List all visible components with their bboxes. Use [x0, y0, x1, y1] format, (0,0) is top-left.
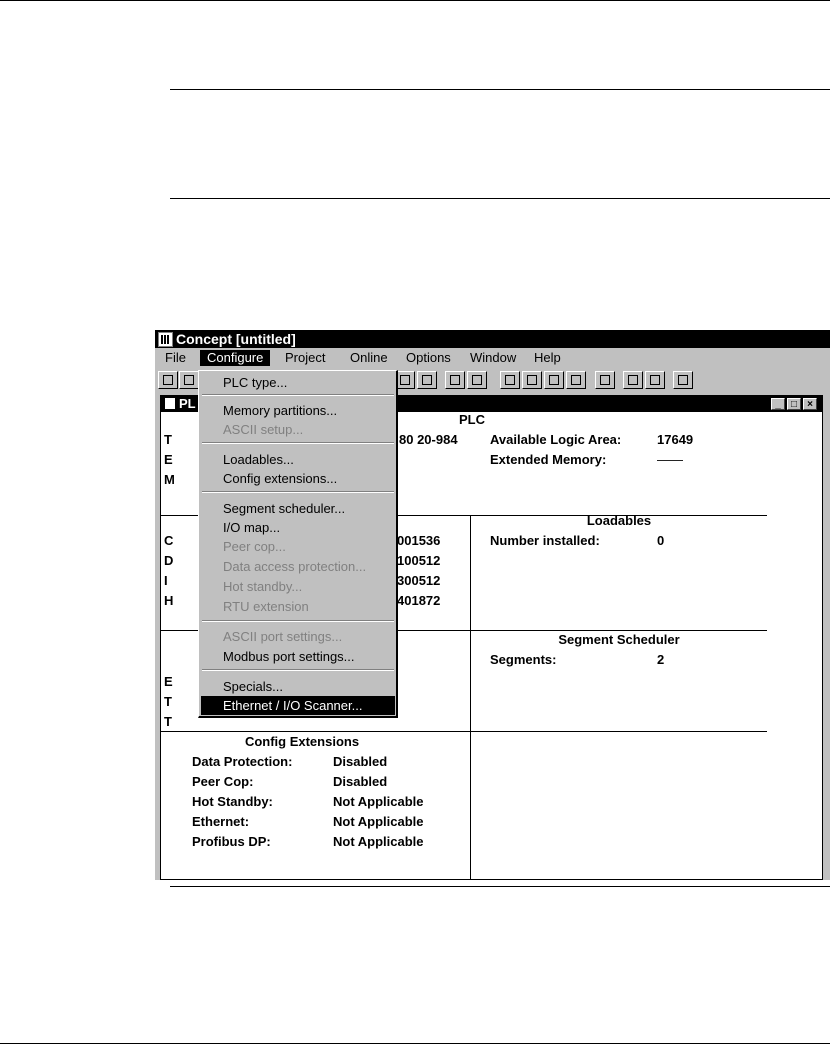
open-file-icon[interactable] [179, 371, 199, 389]
memory-value-2: 100512 [397, 553, 441, 568]
toolbar-tool-1-icon[interactable] [395, 371, 415, 389]
available-logic-area-value: 17649 [657, 432, 694, 447]
segment-scheduler-heading: Segment Scheduler [558, 632, 680, 647]
loadables-heading: Loadables [586, 513, 652, 528]
child-window-title: PL [179, 396, 196, 411]
menu-item-specials[interactable]: Specials... [201, 677, 395, 696]
menu-separator-3 [202, 491, 394, 493]
toolbar-tool-7-icon[interactable] [544, 371, 564, 389]
menu-separator-5 [202, 669, 394, 671]
divider-3 [161, 731, 767, 732]
menu-item-ascii-port-settings[interactable]: ASCII port settings... [201, 627, 395, 646]
menu-item-ascii-setup[interactable]: ASCII setup... [201, 420, 395, 439]
toolbar-tool-2-icon[interactable] [417, 371, 437, 389]
toolbar-tool-8-icon[interactable] [566, 371, 586, 389]
new-file-icon[interactable] [158, 371, 178, 389]
toolbar-tool-9-icon[interactable] [595, 371, 615, 389]
menu-item-modbus-port-settings[interactable]: Modbus port settings... [201, 647, 395, 666]
memory-label-fragment-3: I [164, 573, 168, 588]
menu-online[interactable]: Online [343, 350, 395, 366]
toolbar-tool-5-icon[interactable] [500, 371, 520, 389]
section-rule-upper [170, 89, 830, 90]
number-installed-label: Number installed: [490, 533, 600, 548]
profibus-dp-label: Profibus DP: [192, 834, 271, 849]
menu-item-loadables[interactable]: Loadables... [201, 450, 395, 469]
memory-label-fragment-4: H [164, 593, 174, 608]
figure-bottom-rule [170, 886, 830, 887]
profibus-dp-value: Not Applicable [333, 834, 424, 849]
menu-item-hot-standby[interactable]: Hot standby... [201, 577, 395, 596]
column-divider [470, 515, 471, 880]
config-extensions-heading: Config Extensions [244, 734, 360, 749]
menu-separator-2 [202, 442, 394, 444]
menu-item-peer-cop[interactable]: Peer cop... [201, 537, 395, 556]
memory-label-fragment-1: C [164, 533, 174, 548]
plc-heading: PLC [459, 412, 485, 427]
plc-label-fragment-1: T [164, 432, 172, 447]
toolbar-tool-3-icon[interactable] [445, 371, 465, 389]
ethernet-label: Ethernet: [192, 814, 250, 829]
menu-help[interactable]: Help [527, 350, 568, 366]
peer-cop-label: Peer Cop: [192, 774, 254, 789]
memory-value-3: 300512 [397, 573, 441, 588]
configure-dropdown-menu: PLC type... Memory partitions... ASCII s… [198, 370, 398, 718]
extended-memory-label: Extended Memory: [490, 452, 607, 467]
page-top-rule [0, 0, 830, 1]
data-protection-label: Data Protection: [192, 754, 293, 769]
plc-label-fragment-2: E [164, 452, 173, 467]
section-rule-lower [170, 198, 830, 199]
hot-standby-value: Not Applicable [333, 794, 424, 809]
extended-memory-value: —— [657, 452, 683, 467]
menu-separator-1 [202, 394, 394, 396]
toolbar-tool-12-icon[interactable] [673, 371, 693, 389]
memory-label-fragment-2: D [164, 553, 174, 568]
data-protection-value: Disabled [333, 754, 388, 769]
menu-item-io-map[interactable]: I/O map... [201, 518, 395, 537]
window-title: Concept [untitled] [176, 331, 296, 347]
document-icon [165, 398, 175, 409]
menu-item-ethernet-io-scanner[interactable]: Ethernet / I/O Scanner... [201, 696, 395, 715]
peer-cop-value: Disabled [333, 774, 388, 789]
menu-item-plc-type[interactable]: PLC type... [201, 373, 395, 392]
plc-label-fragment-3: M [164, 472, 175, 487]
menu-bar: File Configure Project Online Options Wi… [155, 349, 830, 367]
segments-value: 2 [657, 652, 665, 667]
number-installed-value: 0 [657, 533, 665, 548]
maximize-icon[interactable]: □ [787, 398, 801, 410]
close-icon[interactable]: × [803, 398, 817, 410]
menu-item-memory-partitions[interactable]: Memory partitions... [201, 401, 395, 420]
menu-item-rtu-extension[interactable]: RTU extension [201, 597, 395, 616]
segments-label: Segments: [490, 652, 557, 667]
menu-file[interactable]: File [158, 350, 193, 366]
toolbar-tool-11-icon[interactable] [645, 371, 665, 389]
plc-type-value: 80 20-984 [399, 432, 458, 447]
memory-value-1: 001536 [397, 533, 441, 548]
menu-options[interactable]: Options [399, 350, 458, 366]
ethernet-value: Not Applicable [333, 814, 424, 829]
available-logic-area-label: Available Logic Area: [490, 432, 622, 447]
hot-standby-label: Hot Standby: [192, 794, 273, 809]
specials-label-fragment-1: E [164, 674, 173, 689]
toolbar-tool-4-icon[interactable] [467, 371, 487, 389]
menu-project[interactable]: Project [278, 350, 332, 366]
specials-label-fragment-2: T [164, 694, 172, 709]
toolbar-tool-10-icon[interactable] [623, 371, 643, 389]
title-bar: Concept [untitled] [155, 330, 830, 348]
minimize-icon[interactable]: _ [771, 398, 785, 410]
app-icon [158, 332, 173, 347]
memory-value-4: 401872 [397, 593, 441, 608]
menu-item-config-extensions[interactable]: Config extensions... [201, 469, 395, 488]
specials-label-fragment-3: T [164, 714, 172, 729]
toolbar-tool-6-icon[interactable] [522, 371, 542, 389]
menu-configure[interactable]: Configure [200, 350, 271, 366]
menu-item-data-access-protection[interactable]: Data access protection... [201, 557, 395, 576]
menu-item-segment-scheduler[interactable]: Segment scheduler... [201, 499, 395, 518]
menu-window[interactable]: Window [463, 350, 523, 366]
menu-separator-4 [202, 620, 394, 622]
